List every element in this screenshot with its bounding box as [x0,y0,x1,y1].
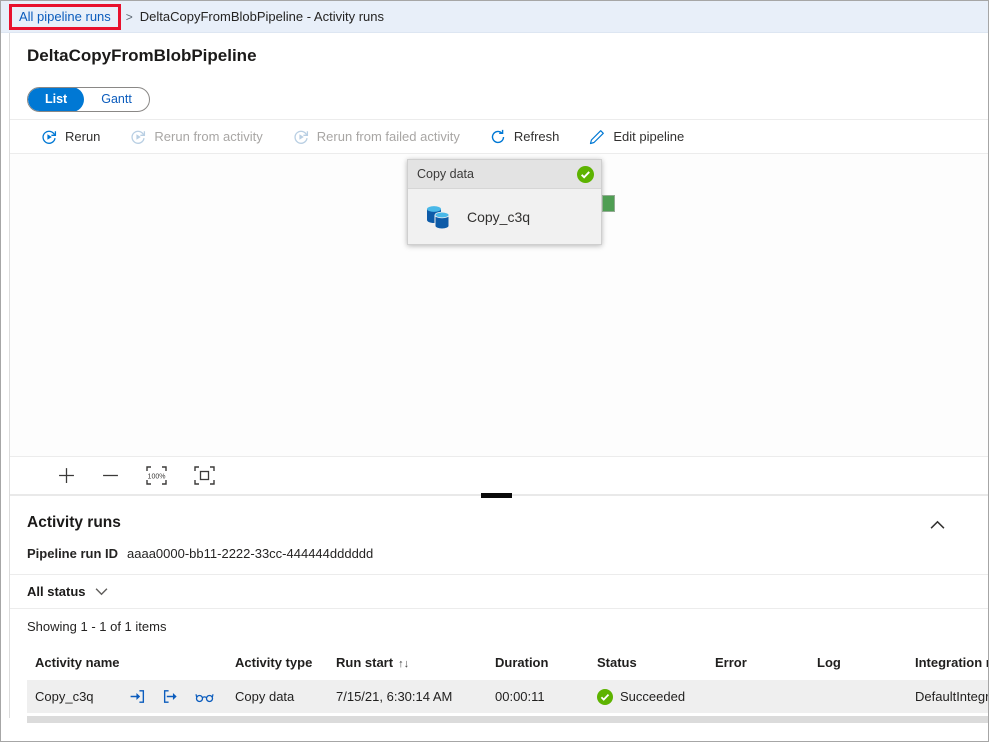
zoom-out-button[interactable] [102,467,119,484]
tab-list[interactable]: List [28,88,85,111]
zoom-in-button[interactable] [58,467,75,484]
status-filter-label: All status [27,584,86,599]
toolbar: Rerun Rerun from activity Rerun from fai… [10,119,988,154]
activity-node-header: Copy data [408,160,601,189]
rerun-label: Rerun [65,129,101,144]
activity-name-label: Copy_c3q [467,208,531,225]
view-toggle: List Gantt [27,87,150,112]
col-run-start[interactable]: Run start ↑↓ [328,655,487,670]
collapse-panel-button[interactable] [930,520,945,530]
showing-count-text: Showing 1 - 1 of 1 items [10,608,988,643]
col-error[interactable]: Error [707,655,809,670]
breadcrumb-all-pipeline-runs[interactable]: All pipeline runs [9,3,121,30]
rerun-from-failed-activity-button[interactable]: Rerun from failed activity [293,129,460,145]
table-header-row: Activity name Activity type Run start ↑↓ … [27,645,988,680]
pipeline-run-id: Pipeline run ID aaaa0000-bb11-2222-33cc-… [27,546,988,561]
activity-runs-title: Activity runs [27,514,121,531]
chevron-up-icon [930,520,945,529]
output-icon [163,690,177,703]
rerun-from-activity-label: Rerun from activity [154,129,263,144]
col-activity-name[interactable]: Activity name [27,655,227,670]
pencil-icon [589,129,605,145]
zoom-in-icon [59,468,74,483]
zoom-fit-button[interactable] [194,466,215,485]
table-row[interactable]: Copy_c3q Copy data 7/15/21, 6:30:14 AM 0… [27,680,988,713]
horizontal-scrollbar[interactable] [27,716,988,723]
pipeline-activity-runs-window: All pipeline runs > DeltaCopyFromBlobPip… [0,0,989,742]
copy-data-icon [423,202,453,231]
edit-pipeline-button[interactable]: Edit pipeline [589,129,684,145]
row-integration-runtime: DefaultIntegrationRuntime [915,689,988,704]
details-button[interactable] [195,690,214,704]
output-button[interactable] [162,688,179,705]
canvas-zoom-controls: 100% [10,456,988,494]
chevron-down-icon [95,587,108,596]
status-filter-dropdown[interactable]: All status [27,575,988,608]
copy-activity-node[interactable]: Copy data Copy_c3q [407,159,602,245]
activity-type-label: Copy data [417,167,474,181]
rerun-icon [41,129,57,145]
breadcrumb: All pipeline runs > DeltaCopyFromBlobPip… [1,1,988,33]
pipeline-run-id-value: aaaa0000-bb11-2222-33cc-444444dddddd [127,546,374,561]
sort-arrows-icon: ↑↓ [398,658,410,670]
rerun-button[interactable]: Rerun [41,129,100,145]
pipeline-run-id-label: Pipeline run ID [27,546,119,561]
row-status-label: Succeeded [620,689,686,704]
zoom-fit-icon [194,466,215,485]
pipeline-canvas[interactable]: Copy data Copy_c3q [10,154,988,456]
node-output-port[interactable] [602,195,615,212]
rerun-icon [293,129,309,145]
zoom-out-icon [103,474,118,477]
main-content: DeltaCopyFromBlobPipeline List Gantt Rer… [9,33,988,723]
col-duration[interactable]: Duration [487,655,589,670]
edit-pipeline-label: Edit pipeline [613,129,685,144]
row-status: Succeeded [589,688,707,705]
rerun-from-failed-activity-label: Rerun from failed activity [316,129,460,144]
activity-runs-panel: Activity runs Pipeline run ID aaaa0000-b… [10,498,988,723]
zoom-level-button[interactable]: 100% [146,466,167,485]
breadcrumb-current-page: DeltaCopyFromBlobPipeline - Activity run… [139,9,385,24]
refresh-label: Refresh [513,129,560,144]
activity-node-body: Copy_c3q [408,189,601,244]
page-title: DeltaCopyFromBlobPipeline [27,46,257,65]
tab-gantt[interactable]: Gantt [84,88,149,111]
row-run-start: 7/15/21, 6:30:14 AM [336,689,453,704]
refresh-icon [490,129,506,145]
col-status[interactable]: Status [589,655,707,670]
input-icon [130,690,145,703]
col-activity-type[interactable]: Activity type [227,655,328,670]
rerun-from-activity-button[interactable]: Rerun from activity [130,129,263,145]
col-integration-runtime[interactable]: Integration runtime [907,655,988,670]
input-button[interactable] [129,688,146,705]
success-check-icon [577,165,594,183]
success-check-icon [597,688,613,705]
row-duration: 00:00:11 [495,689,545,704]
svg-text:100%: 100% [148,473,166,480]
col-log[interactable]: Log [809,655,907,670]
details-glasses-icon [195,693,214,702]
rerun-icon [130,129,146,145]
row-activity-type: Copy data [235,689,295,704]
zoom-level-icon: 100% [146,466,167,485]
row-activity-name: Copy_c3q [35,689,94,704]
refresh-button[interactable]: Refresh [490,129,560,145]
status-filter-row: All status [10,574,988,608]
breadcrumb-separator: > [125,9,133,24]
